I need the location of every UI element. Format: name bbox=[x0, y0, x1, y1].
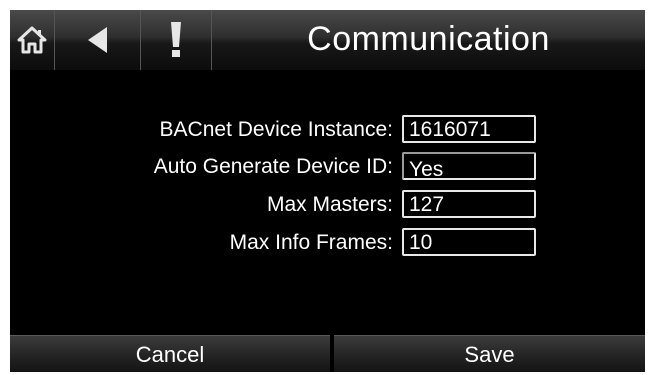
bacnet-device-instance-field[interactable]: 1616071 bbox=[402, 115, 536, 143]
back-button[interactable] bbox=[55, 10, 141, 70]
auto-generate-device-id-value: Yes bbox=[409, 158, 444, 181]
form-row-max-masters: Max Masters: 127 bbox=[10, 190, 645, 220]
auto-generate-device-id-toggle[interactable]: Yes bbox=[402, 152, 536, 181]
alarm-button[interactable] bbox=[141, 10, 212, 70]
max-masters-label: Max Masters: bbox=[266, 193, 393, 216]
max-info-frames-field[interactable]: 10 bbox=[402, 228, 536, 256]
home-icon bbox=[17, 25, 47, 55]
form-row-auto-generate: Auto Generate Device ID: Yes bbox=[10, 152, 645, 182]
save-button[interactable]: Save bbox=[334, 335, 645, 372]
bacnet-device-instance-label: BACnet Device Instance: bbox=[159, 118, 393, 141]
form-row-max-info-frames: Max Info Frames: 10 bbox=[10, 228, 645, 258]
exclamation-icon bbox=[169, 21, 183, 59]
form-row-bacnet-instance: BACnet Device Instance: 1616071 bbox=[10, 115, 645, 145]
header-bar: Communication bbox=[10, 10, 645, 70]
back-arrow-icon bbox=[85, 25, 111, 55]
device-screen: Communication BACnet Device Instance: 16… bbox=[10, 10, 645, 372]
cancel-button[interactable]: Cancel bbox=[10, 335, 330, 372]
auto-generate-device-id-label: Auto Generate Device ID: bbox=[153, 155, 393, 178]
max-masters-field[interactable]: 127 bbox=[402, 190, 536, 218]
max-info-frames-label: Max Info Frames: bbox=[229, 231, 393, 254]
home-button[interactable] bbox=[10, 10, 55, 70]
page-title: Communication bbox=[307, 20, 550, 58]
